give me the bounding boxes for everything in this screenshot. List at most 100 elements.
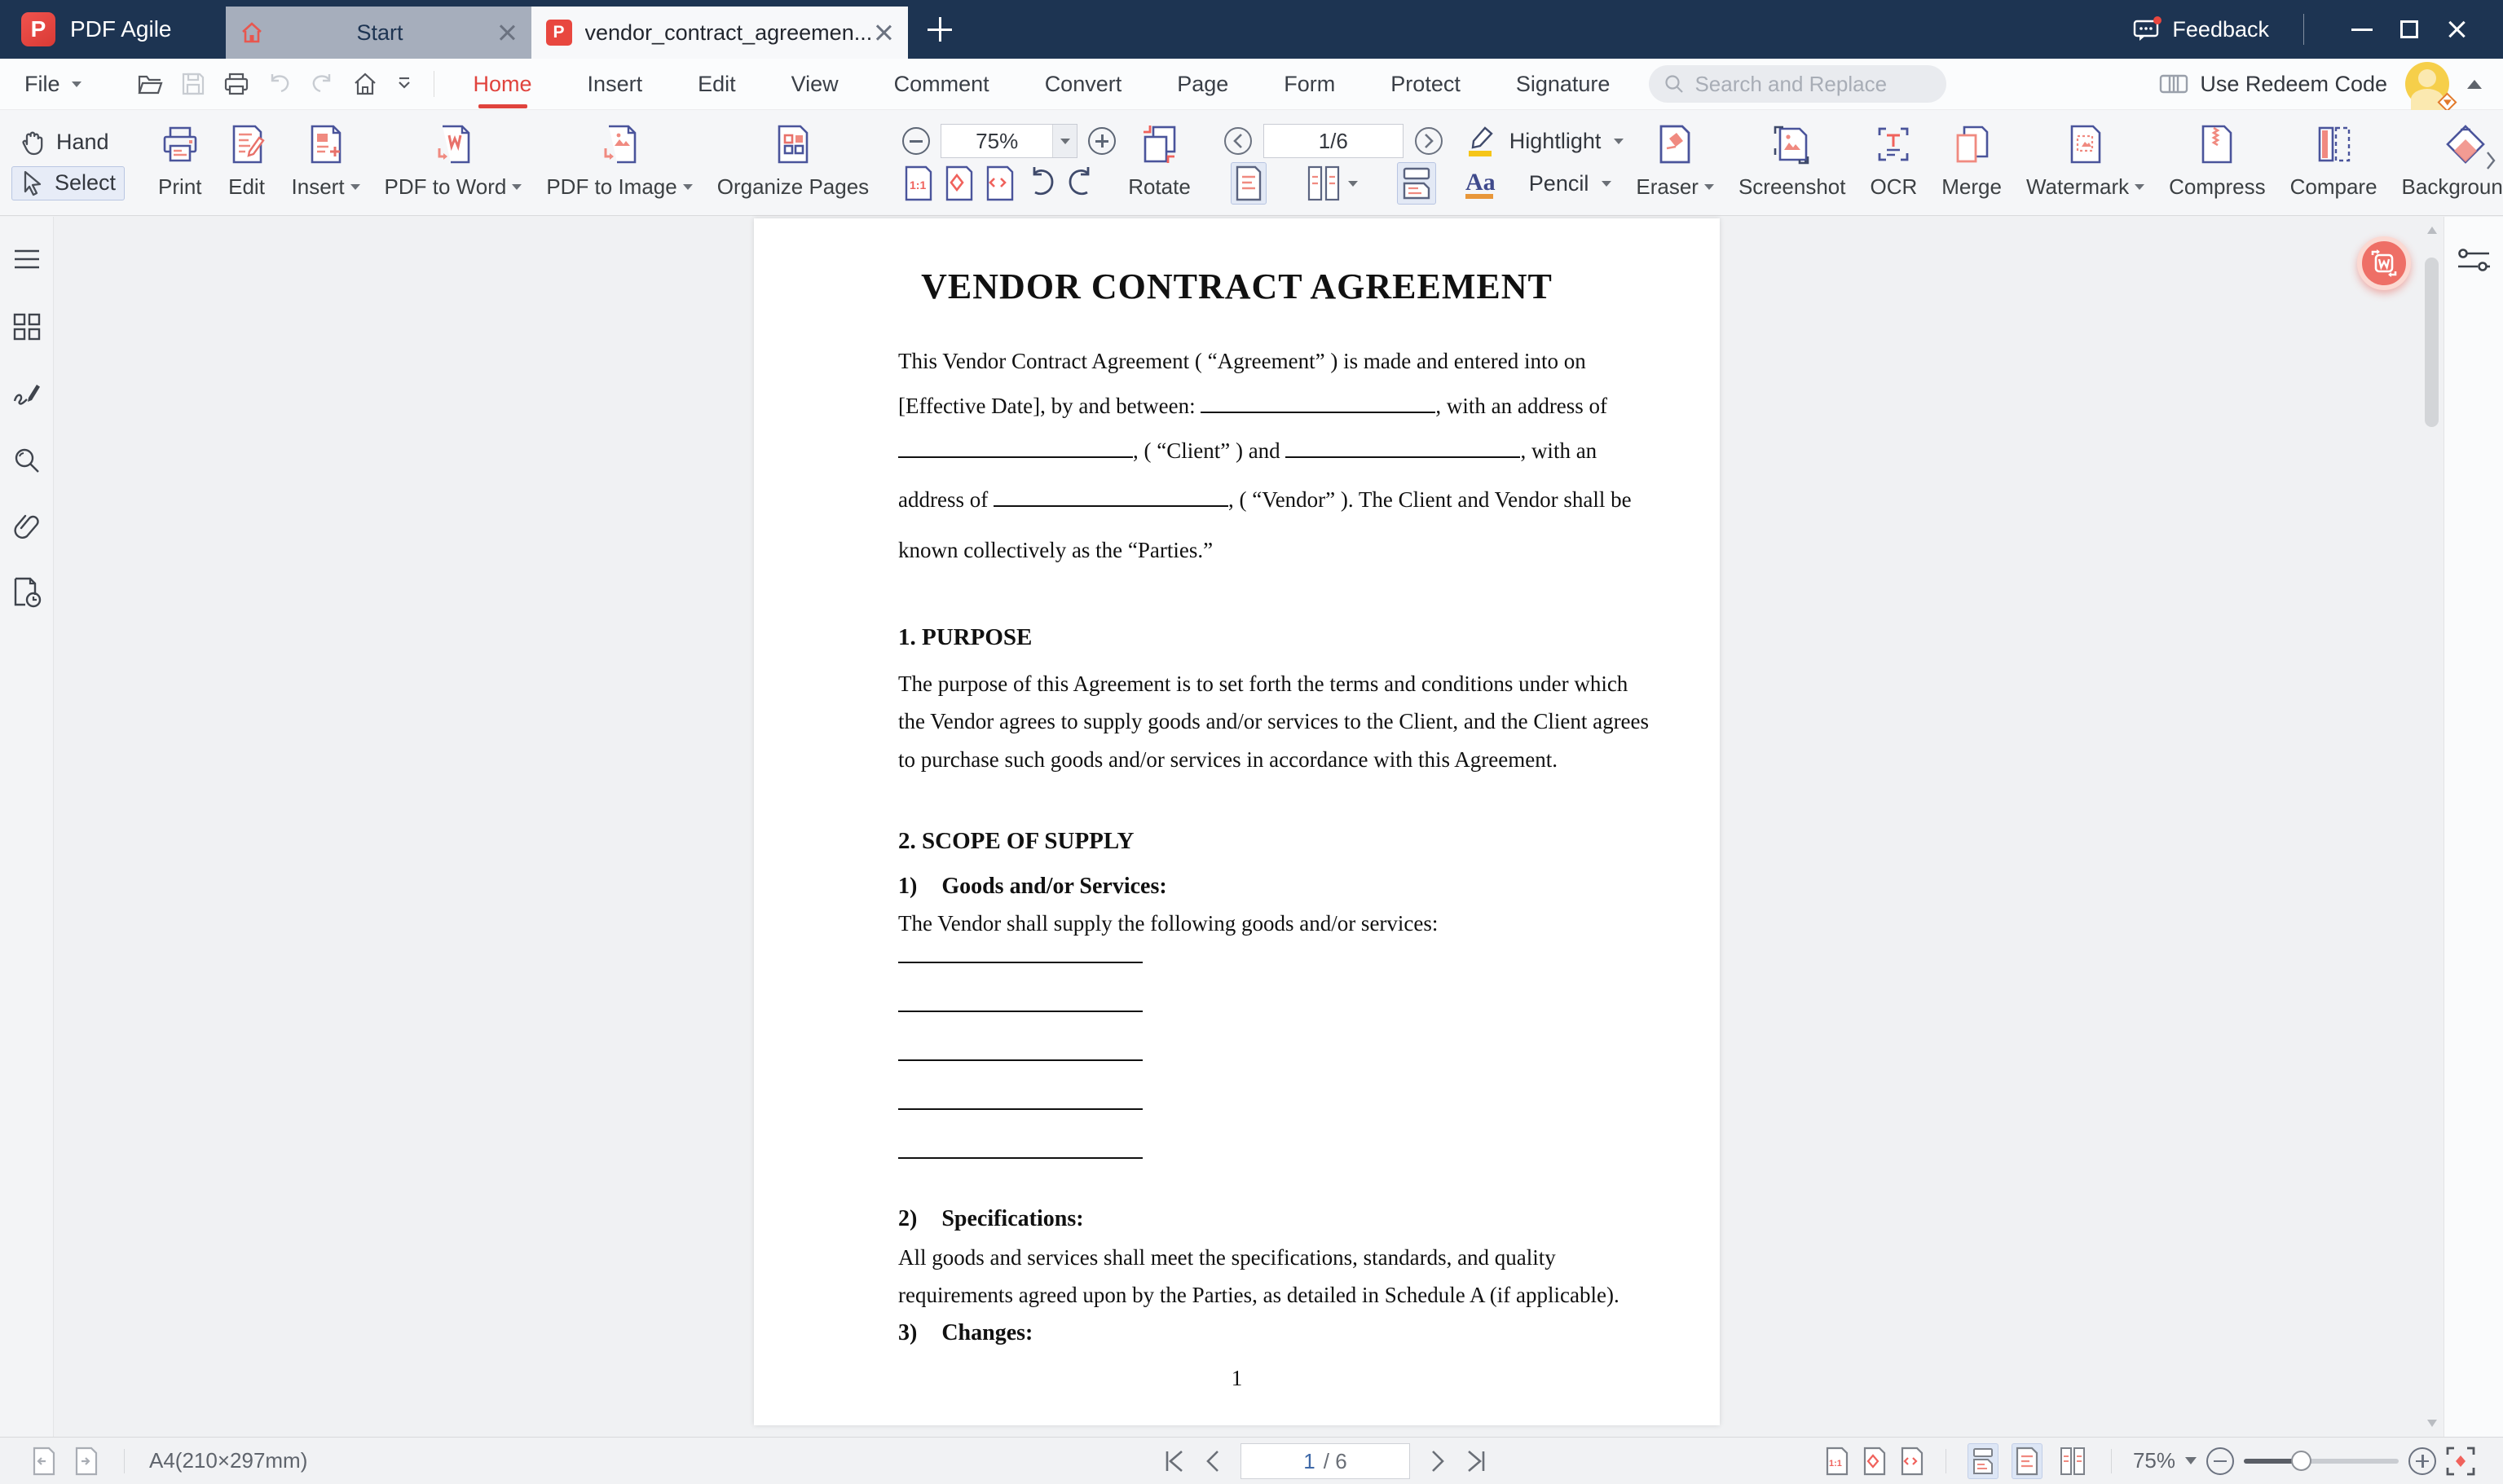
rotate-button[interactable]: Rotate — [1116, 110, 1203, 215]
page-nav-input[interactable]: 1 / 6 — [1240, 1443, 1410, 1479]
fit-page-button[interactable] — [943, 165, 976, 202]
history-panel-icon[interactable] — [12, 577, 42, 608]
previous-view-button[interactable] — [31, 1447, 57, 1476]
zoom-level-select[interactable]: 75% — [941, 124, 1078, 158]
toolbar-collapse-icon[interactable] — [396, 77, 412, 90]
ribbon-overflow-chevron[interactable] — [2485, 151, 2496, 170]
thumbnails-panel-icon[interactable] — [13, 313, 41, 341]
zoom-dropdown[interactable] — [1052, 125, 1077, 157]
new-tab-button[interactable] — [926, 15, 954, 43]
single-page-view-button[interactable] — [2011, 1442, 2043, 1479]
compress-button[interactable]: Compress — [2157, 110, 2277, 215]
actual-size-button[interactable]: 1:1 — [1825, 1447, 1849, 1476]
zoom-dropdown-icon[interactable] — [2185, 1457, 2197, 1464]
menu-insert[interactable]: Insert — [584, 64, 646, 105]
continuous-scroll-view-button[interactable] — [1396, 162, 1436, 205]
scroll-up-icon[interactable] — [2427, 227, 2437, 234]
merge-button[interactable]: Merge — [1929, 110, 2014, 215]
zoom-out-button[interactable] — [902, 127, 931, 155]
zoom-out-button[interactable] — [2206, 1447, 2234, 1475]
avatar[interactable] — [2405, 62, 2457, 112]
pencil-button[interactable]: Pencil — [1529, 171, 1589, 196]
menu-convert[interactable]: Convert — [1042, 64, 1126, 105]
previous-page-button[interactable] — [1223, 127, 1252, 155]
file-menu[interactable]: File — [24, 72, 82, 97]
tab-document[interactable]: P vendor_contract_agreemen... — [531, 7, 908, 59]
page-number: 1 — [1231, 1366, 1243, 1390]
screenshot-button[interactable]: Screenshot — [1726, 110, 1858, 215]
two-page-view-button[interactable] — [2056, 1443, 2090, 1479]
next-page-button[interactable] — [1430, 1450, 1446, 1473]
pdf-to-word-button[interactable]: PDF to Word — [372, 110, 535, 215]
document-page[interactable]: VENDOR CONTRACT AGREEMENT This Vendor Co… — [754, 218, 1720, 1425]
redo-icon[interactable] — [310, 72, 334, 96]
next-view-button[interactable] — [73, 1447, 99, 1476]
undo-icon[interactable] — [267, 72, 292, 96]
pdf-to-word-floating-button[interactable] — [2357, 236, 2411, 290]
rotate-ccw-button[interactable] — [1025, 165, 1057, 201]
search-panel-icon[interactable] — [13, 447, 41, 474]
vertical-scrollbar[interactable] — [2421, 217, 2444, 1437]
tab-document-close-icon[interactable] — [874, 23, 893, 42]
highlight-button[interactable]: Hightlight — [1464, 120, 1624, 162]
fit-width-button[interactable] — [1900, 1447, 1924, 1476]
menu-signature[interactable]: Signature — [1513, 64, 1614, 105]
tab-start-close-icon[interactable] — [497, 23, 517, 42]
single-page-view-button[interactable] — [1230, 162, 1267, 205]
search-input[interactable]: Search and Replace — [1649, 65, 1947, 103]
previous-page-button[interactable] — [1205, 1450, 1221, 1473]
edit-button[interactable]: Edit — [214, 110, 280, 215]
compare-button[interactable]: Compare — [2278, 110, 2390, 215]
menu-view[interactable]: View — [788, 64, 842, 105]
rotate-cw-button[interactable] — [1065, 165, 1098, 201]
use-redeem-code-button[interactable]: Use Redeem Code — [2159, 72, 2387, 97]
continuous-scroll-view-button[interactable] — [1967, 1442, 1998, 1479]
next-page-button[interactable] — [1414, 127, 1443, 155]
eraser-button[interactable]: Eraser — [1624, 110, 1726, 215]
fit-width-button[interactable] — [984, 165, 1016, 202]
select-tool-button[interactable]: Select — [11, 165, 126, 200]
page-size-label: A4(210×297mm) — [149, 1448, 308, 1473]
save-icon[interactable] — [181, 72, 205, 96]
actual-size-button[interactable]: 1:1 — [902, 165, 935, 202]
hand-tool-button[interactable]: Hand — [11, 126, 125, 160]
menu-home[interactable]: Home — [470, 64, 535, 105]
ocr-button[interactable]: OCR — [1857, 110, 1929, 215]
fullscreen-button[interactable] — [2446, 1447, 2475, 1476]
tab-start[interactable]: Start — [225, 7, 531, 59]
fit-page-button[interactable] — [1862, 1447, 1887, 1476]
last-page-button[interactable] — [1465, 1450, 1487, 1473]
scrollbar-thumb[interactable] — [2425, 258, 2439, 427]
signature-panel-icon[interactable] — [12, 380, 42, 407]
outline-panel-icon[interactable] — [13, 248, 41, 272]
menu-edit[interactable]: Edit — [694, 64, 739, 105]
properties-sliders-icon[interactable] — [2457, 246, 2491, 275]
insert-button[interactable]: Insert — [280, 110, 372, 215]
close-button[interactable] — [2433, 6, 2480, 53]
font-style-button[interactable]: Aa — [1464, 165, 1498, 201]
pdf-to-image-button[interactable]: PDF to Image — [534, 110, 704, 215]
collapse-ribbon-icon[interactable] — [2467, 79, 2482, 89]
scroll-down-icon[interactable] — [2427, 1420, 2437, 1427]
zoom-in-button[interactable] — [2408, 1447, 2436, 1475]
menu-form[interactable]: Form — [1280, 64, 1338, 105]
page-indicator-input[interactable]: 1/6 — [1263, 124, 1404, 158]
first-page-button[interactable] — [1164, 1450, 1185, 1473]
menu-comment[interactable]: Comment — [891, 64, 993, 105]
home-quick-icon[interactable] — [352, 72, 378, 96]
open-file-icon[interactable] — [137, 72, 163, 96]
attachments-panel-icon[interactable] — [13, 512, 41, 541]
watermark-button[interactable]: Watermark — [2014, 110, 2157, 215]
organize-pages-button[interactable]: Organize Pages — [705, 110, 881, 215]
feedback-button[interactable]: Feedback — [2133, 16, 2269, 42]
print-quick-icon[interactable] — [223, 72, 249, 96]
print-button[interactable]: Print — [146, 110, 214, 215]
menu-protect[interactable]: Protect — [1387, 64, 1464, 105]
zoom-slider-thumb[interactable] — [2291, 1450, 2311, 1471]
maximize-button[interactable] — [2386, 6, 2433, 53]
two-page-view-button[interactable] — [1302, 162, 1361, 205]
zoom-in-button[interactable] — [1088, 127, 1117, 155]
zoom-slider[interactable] — [2244, 1450, 2399, 1471]
menu-page[interactable]: Page — [1174, 64, 1232, 105]
minimize-button[interactable] — [2338, 6, 2386, 53]
